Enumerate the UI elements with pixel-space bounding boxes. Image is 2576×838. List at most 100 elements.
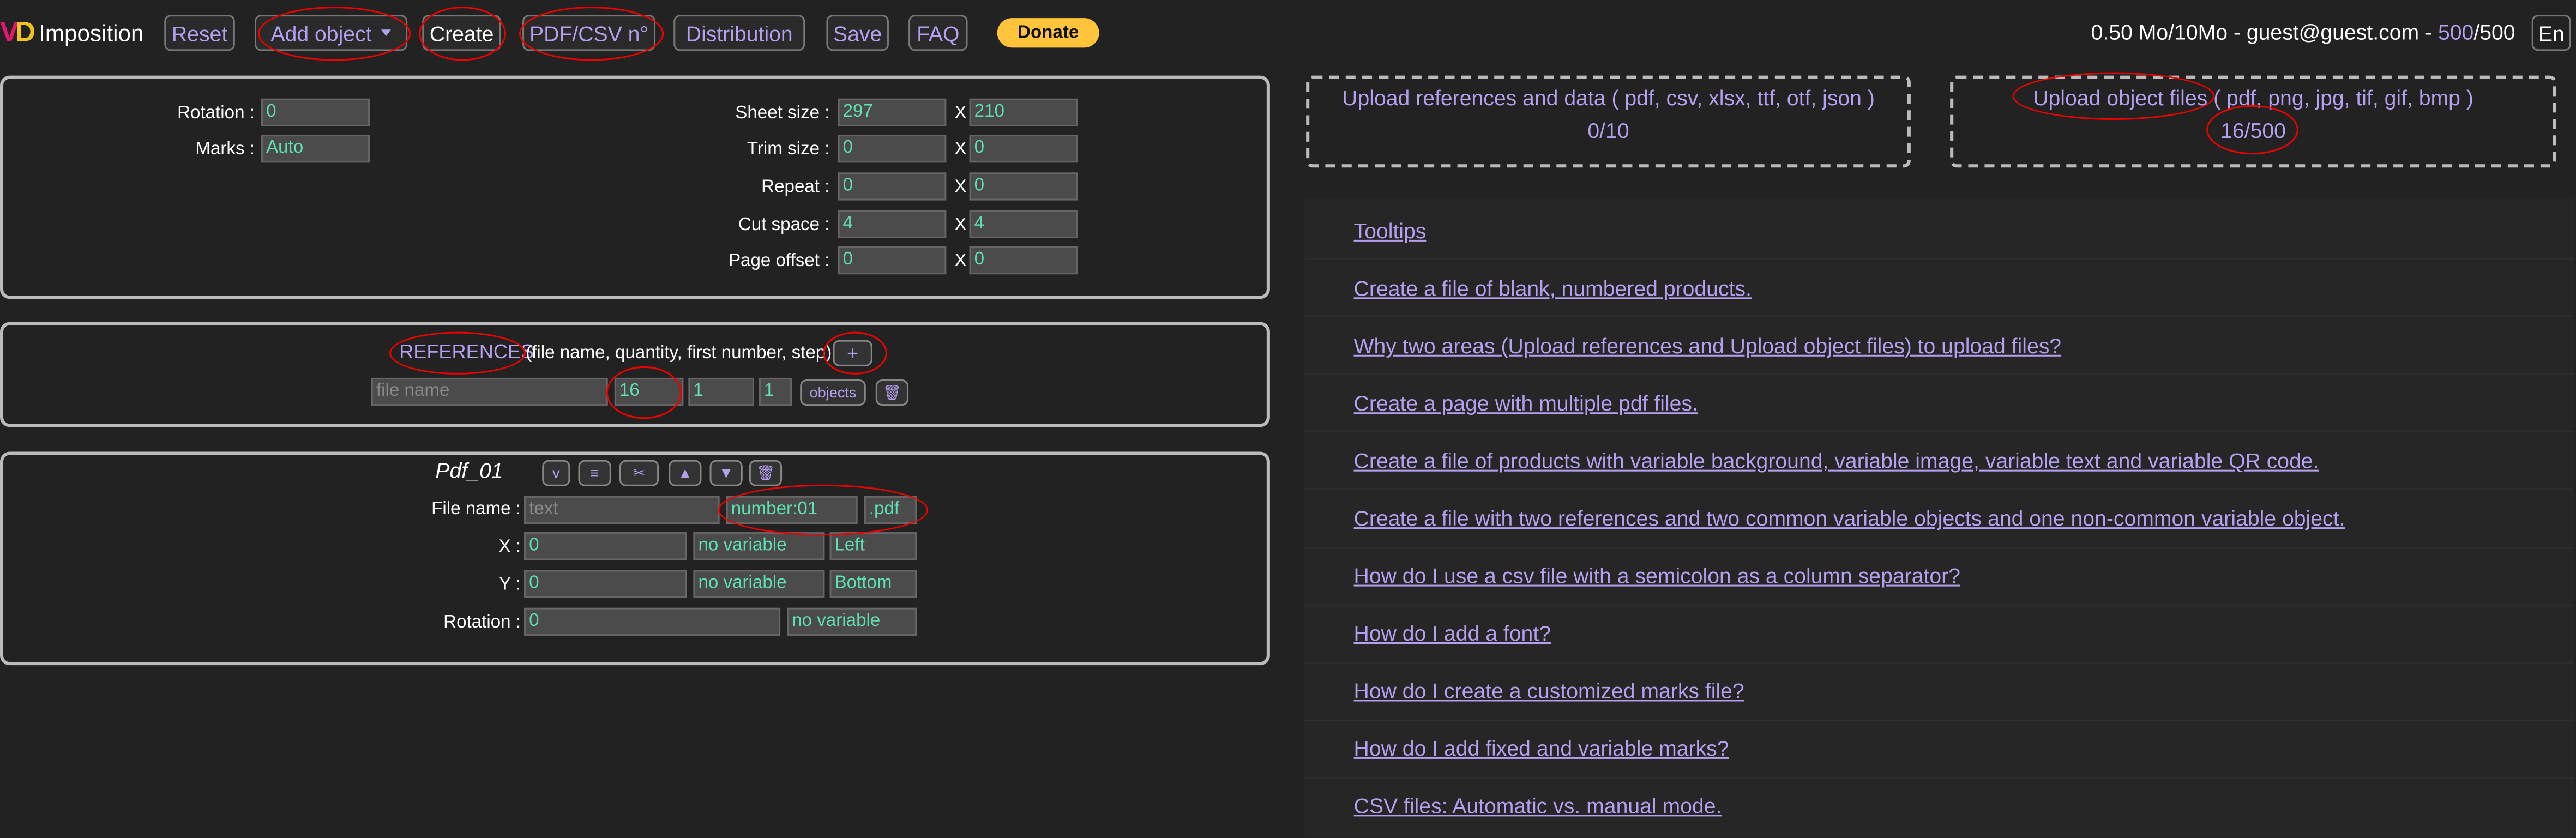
language-button[interactable]: En — [2531, 15, 2572, 51]
upload-objects-dropzone[interactable]: Upload object files ( pdf, png, jpg, tif… — [1950, 75, 2556, 168]
arrow-down-icon: ▼ — [719, 465, 734, 481]
trash-icon: 🗑 — [882, 383, 902, 400]
repeat-y-field[interactable]: 0 — [969, 172, 1078, 201]
references-panel — [0, 322, 1270, 427]
faq-link-csv-modes[interactable]: CSV files: Automatic vs. manual mode. — [1354, 793, 1722, 818]
reference-file-name-field[interactable]: file name — [371, 377, 608, 406]
divider — [1304, 604, 2575, 606]
faq-link-marks-file[interactable]: How do I create a customized marks file? — [1354, 678, 1744, 703]
x-field[interactable]: 0 — [524, 532, 687, 560]
cut-space-x-field[interactable]: 4 — [838, 210, 947, 238]
divider — [1304, 430, 2575, 432]
faq-link-fixed-variable-marks[interactable]: How do I add fixed and variable marks? — [1354, 736, 1729, 761]
cut-space-y-field[interactable]: 4 — [969, 210, 1078, 238]
faq-link-add-font[interactable]: How do I add a font? — [1354, 621, 1551, 646]
rotation-variable-select[interactable]: no variable — [787, 607, 917, 636]
file-name-field[interactable]: text — [524, 496, 720, 524]
trash-icon: 🗑 — [756, 464, 775, 481]
y-field[interactable]: 0 — [524, 570, 687, 598]
objects-button[interactable]: objects — [800, 379, 866, 406]
sheet-width-field[interactable]: 297 — [838, 98, 947, 126]
faq-link-blank-numbered[interactable]: Create a file of blank, numbered product… — [1354, 276, 1752, 300]
references-subtitle: (file name, quantity, first number, step… — [526, 343, 832, 363]
list-icon: ≡ — [590, 465, 599, 481]
sheet-size-label: Sheet size : — [735, 103, 830, 123]
divider — [1304, 258, 2575, 260]
donate-button[interactable]: Donate — [997, 18, 1099, 48]
trim-size-label: Trim size : — [747, 140, 830, 160]
move-down-button[interactable]: ▼ — [709, 460, 743, 486]
app-title: Imposition — [39, 20, 144, 46]
repeat-label: Repeat : — [761, 177, 830, 197]
faq-link-two-areas[interactable]: Why two areas (Upload references and Upl… — [1354, 334, 2062, 358]
x-separator: X — [954, 251, 967, 272]
file-extension-field[interactable]: .pdf — [864, 496, 917, 524]
faq-button[interactable]: FAQ — [908, 15, 968, 51]
sheet-height-field[interactable]: 210 — [969, 98, 1078, 126]
upload-references-dropzone[interactable]: Upload references and data ( pdf, csv, x… — [1306, 75, 1911, 168]
list-button[interactable]: ≡ — [578, 460, 611, 486]
upload-objects-count: 16/500 — [2220, 118, 2286, 143]
x-variable-select[interactable]: no variable — [693, 532, 825, 560]
x-separator: X — [954, 215, 967, 235]
file-name-variable-field[interactable]: number:01 — [726, 496, 858, 524]
faq-link-two-references[interactable]: Create a file with two references and tw… — [1354, 506, 2345, 530]
reset-button[interactable]: Reset — [164, 15, 235, 51]
create-button[interactable]: Create — [422, 15, 501, 51]
chevron-down-icon: v — [552, 465, 560, 481]
scissors-icon: ✂ — [633, 464, 646, 481]
divider — [1304, 487, 2575, 490]
save-button[interactable]: Save — [826, 15, 889, 51]
marks-label: Marks : — [195, 140, 255, 160]
app-logo[interactable]: VD Imposition — [0, 10, 143, 56]
object-title: Pdf_01 — [435, 458, 503, 483]
page-offset-y-field[interactable]: 0 — [969, 246, 1078, 275]
x-align-select[interactable]: Left — [829, 532, 917, 560]
y-variable-select[interactable]: no variable — [693, 570, 825, 598]
add-reference-button[interactable]: + — [833, 340, 872, 366]
delete-object-button[interactable]: 🗑 — [749, 460, 783, 486]
x-label: X : — [498, 537, 521, 557]
divider — [1304, 719, 2575, 721]
trim-height-field[interactable]: 0 — [969, 135, 1078, 163]
move-up-button[interactable]: ▲ — [669, 460, 702, 486]
delete-reference-button[interactable]: 🗑 — [875, 379, 909, 406]
objects-total: /500 — [2473, 20, 2515, 45]
y-align-select[interactable]: Bottom — [829, 570, 917, 598]
repeat-x-field[interactable]: 0 — [838, 172, 947, 201]
divider — [1304, 372, 2575, 375]
object-rotation-label: Rotation : — [443, 612, 521, 632]
objects-used: 500 — [2437, 20, 2474, 45]
reference-first-number-field[interactable]: 1 — [688, 377, 754, 406]
page-offset-x-field[interactable]: 0 — [838, 246, 947, 275]
reference-step-field[interactable]: 1 — [759, 377, 792, 406]
page-offset-label: Page offset : — [728, 251, 830, 272]
arrow-up-icon: ▲ — [677, 465, 693, 481]
marks-field[interactable]: Auto — [261, 135, 370, 163]
usage-text: 0.50 Mo/10Mo - guest@guest.com - — [2091, 20, 2438, 45]
upload-objects-title: Upload object files ( pdf, png, jpg, tif… — [2033, 85, 2473, 110]
distribution-button[interactable]: Distribution — [673, 15, 805, 51]
references-title: REFERENCES — [399, 340, 534, 363]
cut-space-label: Cut space : — [738, 215, 830, 235]
add-object-label: Add object — [270, 20, 372, 45]
chevron-down-icon — [381, 29, 392, 37]
rotation-label: Rotation : — [177, 103, 255, 123]
x-separator: X — [954, 103, 967, 123]
trim-width-field[interactable]: 0 — [838, 135, 947, 163]
pdf-csv-button[interactable]: PDF/CSV n° — [522, 15, 656, 51]
faq-link-tooltips[interactable]: Tooltips — [1354, 219, 1427, 243]
divider — [1304, 777, 2575, 779]
faq-link-variable-products[interactable]: Create a file of products with variable … — [1354, 448, 2319, 473]
file-name-label: File name : — [431, 499, 521, 520]
collapse-button[interactable]: v — [542, 460, 570, 486]
divider — [1304, 547, 2575, 549]
faq-link-csv-semicolon[interactable]: How do I use a csv file with a semicolon… — [1354, 563, 1960, 588]
upload-references-title: Upload references and data ( pdf, csv, x… — [1342, 85, 1875, 110]
cut-button[interactable]: ✂ — [619, 460, 659, 486]
add-object-button[interactable]: Add object — [254, 15, 408, 51]
object-rotation-field[interactable]: 0 — [524, 607, 781, 636]
rotation-field[interactable]: 0 — [261, 98, 370, 126]
faq-link-multiple-pdf[interactable]: Create a page with multiple pdf files. — [1354, 391, 1698, 415]
reference-quantity-field[interactable]: 16 — [614, 377, 684, 406]
